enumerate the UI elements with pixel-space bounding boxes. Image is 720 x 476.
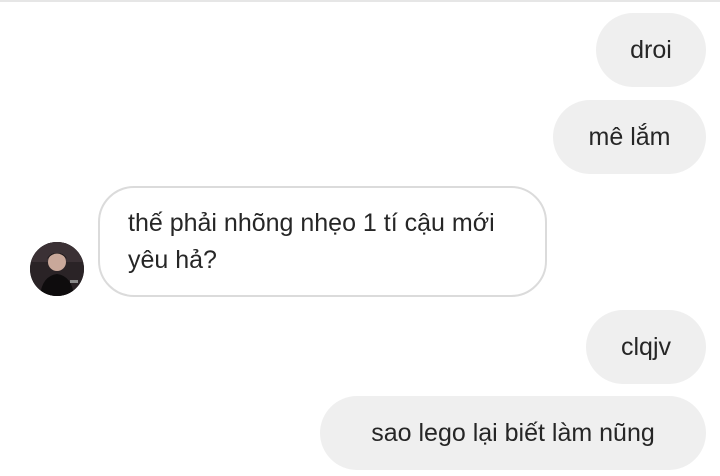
message-text: mê lắm [588, 122, 671, 151]
message-bubble-outgoing[interactable]: mê lắm [553, 100, 706, 174]
avatar-photo-icon [30, 242, 84, 296]
message-text: thế phải nhõng nhẹo 1 tí cậu mới yêu hả? [128, 209, 495, 274]
contact-avatar[interactable] [30, 242, 84, 296]
message-text: droi [630, 35, 672, 64]
message-bubble-incoming[interactable]: thế phải nhõng nhẹo 1 tí cậu mới yêu hả? [98, 186, 547, 297]
message-bubble-outgoing[interactable]: sao lego lại biết làm nũng [320, 396, 706, 470]
message-text: clqjv [620, 332, 671, 361]
message-bubble-outgoing[interactable]: clqjv [586, 310, 706, 384]
message-text: sao lego lại biết làm nũng [371, 418, 655, 447]
message-bubble-outgoing[interactable]: droi [596, 13, 706, 87]
message-thread: droi mê lắm thế phải nhõng nhẹo 1 tí cậu… [0, 0, 720, 476]
